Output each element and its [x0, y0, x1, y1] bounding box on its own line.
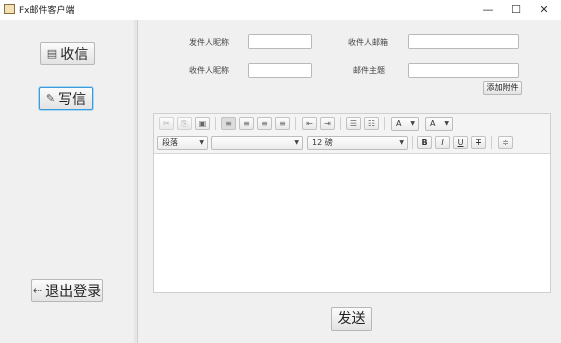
chevron-down-icon: ▼ [444, 120, 449, 127]
editor-toolbar-bottom: 段落 ▼ ▼ 12 磅 ▼ B I U T ≑ [154, 133, 550, 154]
sender-nick-input[interactable] [248, 34, 312, 49]
bullet-list-icon[interactable]: ☰ [346, 117, 361, 130]
paste-icon[interactable]: ▣ [195, 117, 210, 130]
logout-label: 退出登录 [45, 283, 102, 300]
text-color-dropdown[interactable]: A ▼ [391, 117, 419, 131]
recipient-email-input[interactable] [408, 34, 519, 49]
html-editor: ✂ ⎘ ▣ ≡ ≡ ≡ ≡ ⇤ ⇥ ☰ ☷ A ▼ A ▼ 段落 ▼ ▼ 12 磅 ▼ … [153, 113, 551, 293]
cut-icon[interactable]: ✂ [159, 117, 174, 130]
chevron-down-icon: ▼ [199, 139, 204, 146]
chevron-down-icon: ▼ [410, 120, 415, 127]
maximize-button[interactable]: ☐ [502, 0, 530, 20]
minimize-button[interactable]: — [474, 0, 502, 20]
toolbar-separator [215, 117, 216, 130]
recipient-nick-input[interactable] [248, 63, 312, 78]
subject-label: 邮件主题 [353, 66, 385, 75]
sender-nick-label: 发件人昵称 [189, 38, 229, 47]
logout-button[interactable]: ⇠ 退出登录 [31, 279, 103, 302]
subject-input[interactable] [408, 63, 519, 78]
receive-mail-button[interactable]: ▤ 收信 [40, 42, 95, 65]
toolbar-separator [340, 117, 341, 130]
app-icon [4, 4, 15, 14]
align-right-icon[interactable]: ≡ [257, 117, 272, 130]
highlight-icon: A [430, 119, 436, 128]
italic-icon[interactable]: I [435, 136, 450, 149]
inbox-icon: ▤ [46, 47, 58, 60]
toolbar-separator [491, 136, 492, 149]
font-size-select[interactable]: 12 磅 ▼ [307, 136, 408, 150]
window-title: Fx邮件客户端 [19, 6, 75, 16]
recipient-email-label: 收件人邮箱 [348, 38, 388, 47]
indent-icon[interactable]: ⇥ [320, 117, 335, 130]
editor-toolbar-top: ✂ ⎘ ▣ ≡ ≡ ≡ ≡ ⇤ ⇥ ☰ ☷ A ▼ A ▼ [154, 114, 550, 134]
logout-icon: ⇠ [32, 284, 43, 297]
receive-mail-label: 收信 [60, 46, 89, 63]
chevron-down-icon: ▼ [294, 139, 299, 146]
toolbar-separator [295, 117, 296, 130]
horizontal-rule-icon[interactable]: ≑ [498, 136, 513, 149]
align-center-icon[interactable]: ≡ [239, 117, 254, 130]
align-left-icon[interactable]: ≡ [221, 117, 236, 130]
send-button[interactable]: 发送 [331, 307, 372, 331]
compose-mail-button[interactable]: ✎ 写信 [39, 87, 93, 110]
paragraph-format-select[interactable]: 段落 ▼ [157, 136, 208, 150]
strikethrough-icon[interactable]: T [471, 136, 486, 149]
compose-mail-label: 写信 [58, 91, 87, 108]
justify-icon[interactable]: ≡ [275, 117, 290, 130]
copy-icon[interactable]: ⎘ [177, 117, 192, 130]
editor-body[interactable] [154, 154, 550, 292]
close-button[interactable]: ✕ [530, 0, 558, 20]
numbered-list-icon[interactable]: ☷ [364, 117, 379, 130]
bold-icon[interactable]: B [417, 136, 432, 149]
font-size-value: 12 磅 [312, 138, 333, 147]
underline-icon[interactable]: U [453, 136, 468, 149]
recipient-nick-label: 收件人昵称 [189, 66, 229, 75]
outdent-icon[interactable]: ⇤ [302, 117, 317, 130]
text-color-icon: A [396, 119, 402, 128]
compose-icon: ✎ [45, 92, 56, 105]
highlight-dropdown[interactable]: A ▼ [425, 117, 453, 131]
font-family-select[interactable]: ▼ [211, 136, 303, 150]
toolbar-separator [412, 136, 413, 149]
toolbar-separator [384, 117, 385, 130]
chevron-down-icon: ▼ [399, 139, 404, 146]
title-bar: Fx邮件客户端 — ☐ ✕ [0, 0, 561, 21]
add-attachment-button[interactable]: 添加附件 [483, 81, 522, 95]
paragraph-format-value: 段落 [162, 138, 178, 147]
